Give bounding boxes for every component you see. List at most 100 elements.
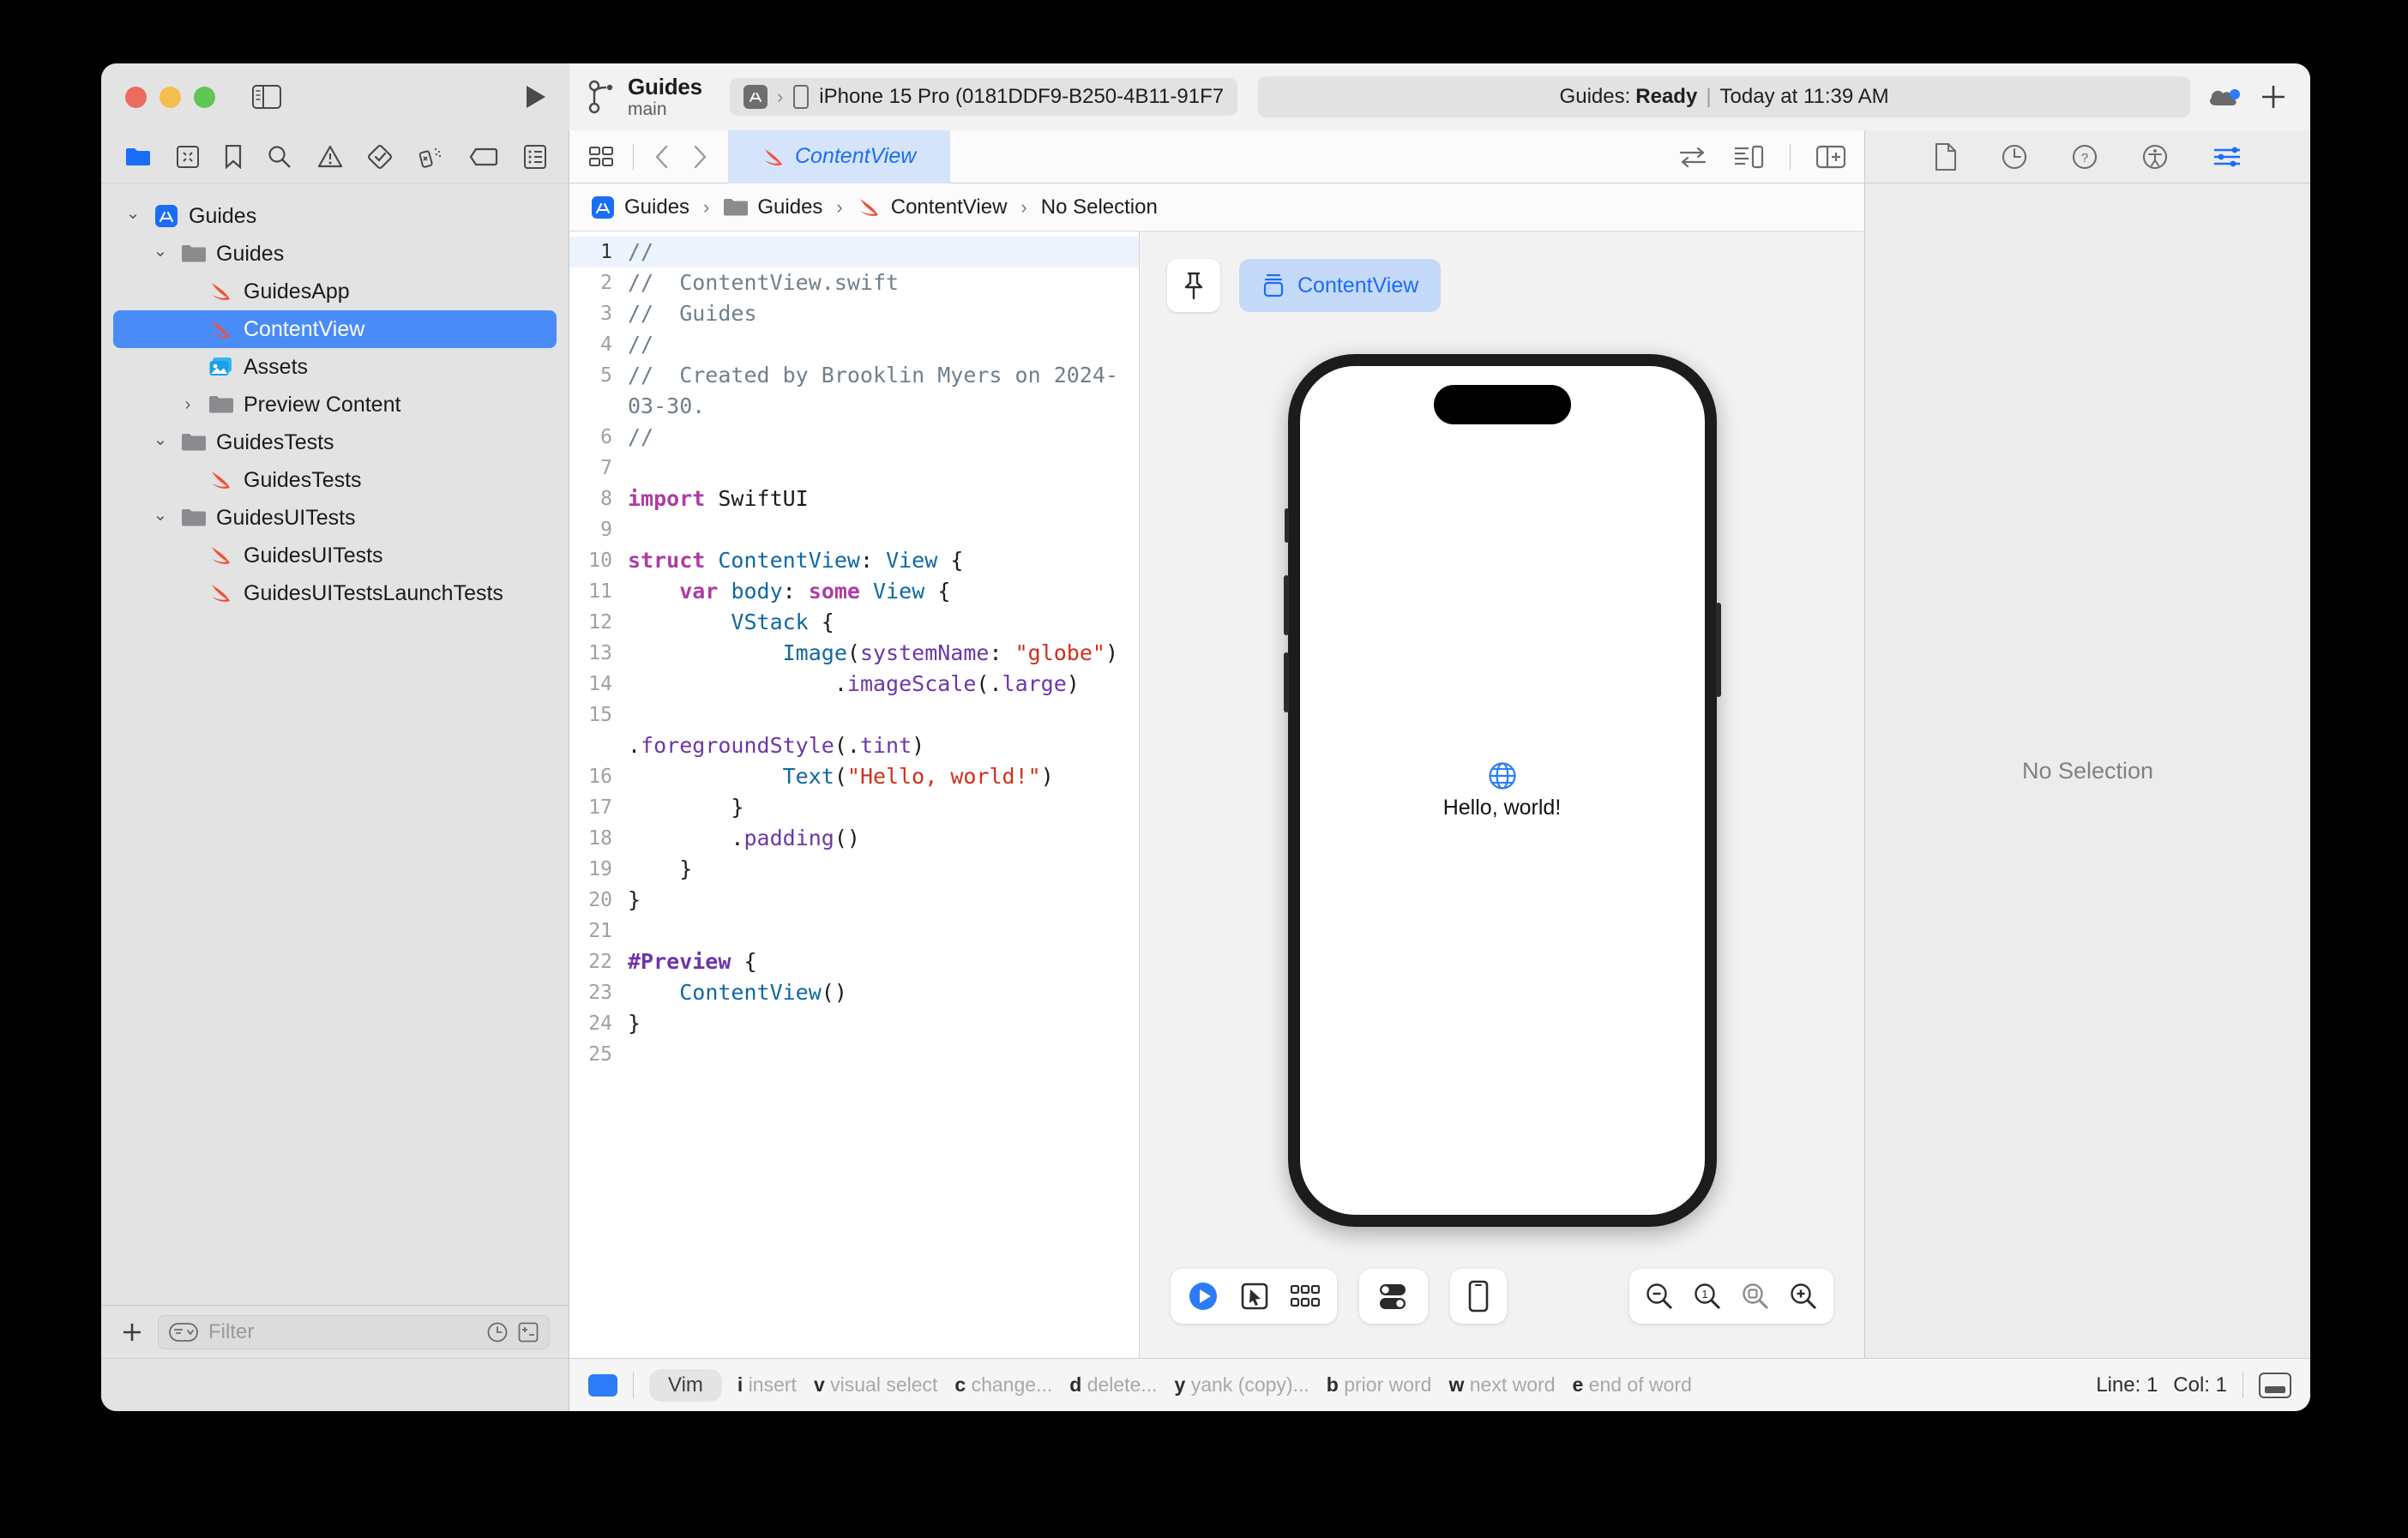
code-line[interactable]: 12 VStack { <box>569 607 1139 638</box>
debug-icon[interactable] <box>418 145 443 169</box>
tree-item-guidesapp[interactable]: GuidesApp <box>113 273 557 310</box>
code-line[interactable]: 17 } <box>569 792 1139 823</box>
code-line[interactable]: 23 ContentView() <box>569 977 1139 1008</box>
code-line[interactable]: 8 import SwiftUI <box>569 484 1139 514</box>
tree-item-assets[interactable]: Assets <box>113 348 557 386</box>
add-editor-icon[interactable] <box>1816 145 1845 169</box>
recent-filter-icon[interactable] <box>487 1322 508 1343</box>
file-inspector-icon[interactable] <box>1935 142 1957 171</box>
test-icon[interactable] <box>368 144 393 169</box>
code-line[interactable]: 20} <box>569 885 1139 916</box>
history-inspector-icon[interactable] <box>2002 144 2027 170</box>
code-line[interactable]: 13 Image(systemName: "globe") <box>569 638 1139 669</box>
tree-item-guidesuitests[interactable]: ⌄ GuidesUITests <box>113 499 557 537</box>
code-line[interactable]: 25 <box>569 1039 1139 1070</box>
select-mode-button[interactable] <box>1241 1283 1268 1310</box>
run-destination-selector[interactable]: › iPhone 15 Pro (0181DDF9-B250-4B11-91F7 <box>729 78 1238 116</box>
close-button[interactable] <box>125 86 147 108</box>
tree-item-preview-content[interactable]: › Preview Content <box>113 386 557 424</box>
breakpoint-icon[interactable] <box>469 147 498 166</box>
toggle-console-button[interactable] <box>2259 1372 2291 1398</box>
code-line[interactable]: 22 #Preview { <box>569 946 1139 977</box>
filter-input[interactable]: Filter <box>158 1314 550 1349</box>
canvas-layout-icon[interactable] <box>1733 145 1764 169</box>
report-icon[interactable] <box>524 144 546 169</box>
accessibility-inspector-icon[interactable] <box>2142 144 2168 170</box>
search-icon[interactable] <box>268 145 292 169</box>
breadcrumb-item-2[interactable]: ContentView <box>857 195 1007 220</box>
vim-mode-label[interactable]: Vim <box>649 1368 722 1402</box>
code-line[interactable]: 5 // Created by Brooklin Myers on 2024-03… <box>569 360 1139 422</box>
minimize-button[interactable] <box>160 86 181 108</box>
zoom-actual-size-button[interactable]: 1 <box>1693 1282 1722 1311</box>
folder-icon[interactable] <box>125 146 151 168</box>
add-file-button[interactable] <box>120 1320 144 1344</box>
code-line[interactable]: 24} <box>569 1008 1139 1039</box>
code-line[interactable]: 21 <box>569 916 1139 946</box>
tree-item-guides[interactable]: ⌄ Guides <box>113 235 557 273</box>
attributes-inspector-icon[interactable] <box>2212 145 2242 169</box>
code-line[interactable]: 3 // Guides <box>569 298 1139 329</box>
editor-options-icon[interactable] <box>588 145 614 169</box>
filter-scope-icon[interactable] <box>169 1322 198 1342</box>
breadcrumb[interactable]: Guides › Guides › ContentView › No Selection <box>569 183 1864 231</box>
code-line[interactable]: 6 // <box>569 422 1139 453</box>
iphone-screen[interactable]: Hello, world! <box>1299 366 1705 1215</box>
zoom-out-button[interactable] <box>1645 1282 1674 1311</box>
code-line[interactable]: 14 .imageScale(.large) <box>569 669 1139 700</box>
code-line[interactable]: 19 } <box>569 854 1139 885</box>
code-line[interactable]: 9 <box>569 514 1139 545</box>
status-bar-pill[interactable]: Guides: Ready | Today at 11:39 AM <box>1258 76 2190 117</box>
code-line[interactable]: 2 // ContentView.swift <box>569 267 1139 298</box>
tree-item-contentview[interactable]: ContentView <box>113 310 557 348</box>
bookmark-icon[interactable] <box>225 144 242 169</box>
chevron-down-icon[interactable]: ⌄ <box>149 429 172 450</box>
zoom-in-button[interactable] <box>1789 1282 1818 1311</box>
tree-item-label: Assets <box>244 354 309 379</box>
vim-hint-desc: end of word <box>1588 1373 1692 1396</box>
zoom-button[interactable] <box>194 86 215 108</box>
code-line[interactable]: 15 .foregroundStyle(.tint) <box>569 700 1139 761</box>
source-control-filter-icon[interactable] <box>518 1322 539 1343</box>
forward-button[interactable] <box>690 144 709 170</box>
tree-item-guidesuitests[interactable]: GuidesUITests <box>113 537 557 574</box>
code-line[interactable]: 11 var body: some View { <box>569 576 1139 607</box>
chevron-down-icon[interactable]: ⌄ <box>149 240 172 261</box>
code-line[interactable]: 16 Text("Hello, world!") <box>569 761 1139 792</box>
zoom-fit-button[interactable] <box>1741 1282 1770 1311</box>
play-preview-button[interactable] <box>1188 1281 1219 1312</box>
help-inspector-icon[interactable]: ? <box>2072 144 2098 170</box>
code-line[interactable]: 7 <box>569 453 1139 484</box>
swap-editors-icon[interactable] <box>1678 146 1707 168</box>
scheme-block[interactable]: Guides main <box>588 74 702 120</box>
breadcrumb-item-1[interactable]: Guides <box>723 195 822 220</box>
chevron-down-icon[interactable]: ⌄ <box>122 202 144 224</box>
tree-item-guidestests[interactable]: GuidesTests <box>113 461 557 499</box>
preview-selector[interactable]: ContentView <box>1239 259 1442 312</box>
run-button[interactable] <box>525 84 547 110</box>
code-editor[interactable]: 1 // 2 // ContentView.swift 3 // Guides 4 // 5 //… <box>569 231 1139 1358</box>
code-line[interactable]: 1 // <box>569 237 1139 267</box>
file-tree[interactable]: ⌄ Guides ⌄ Guides GuidesApp ContentView Ass… <box>101 183 569 1305</box>
warning-icon[interactable] <box>317 145 343 168</box>
source-control-icon[interactable] <box>176 145 199 168</box>
tab-contentview[interactable]: ContentView <box>728 129 951 183</box>
tree-item-guidesuitestslaunchtests[interactable]: GuidesUITestsLaunchTests <box>113 574 557 612</box>
tree-item-guidestests[interactable]: ⌄ GuidesTests <box>113 424 557 461</box>
tree-item-guides[interactable]: ⌄ Guides <box>113 197 557 235</box>
breadcrumb-item-3[interactable]: No Selection <box>1041 195 1158 219</box>
variants-button[interactable] <box>1291 1285 1320 1307</box>
add-button[interactable] <box>2259 82 2288 111</box>
back-button[interactable] <box>653 144 671 170</box>
chevron-down-icon[interactable]: ⌄ <box>149 504 172 526</box>
toggle-navigator-icon[interactable] <box>252 85 281 109</box>
code-line[interactable]: 18 .padding() <box>569 823 1139 854</box>
breadcrumb-item-0[interactable]: Guides <box>590 195 689 220</box>
pin-preview-button[interactable] <box>1167 259 1220 312</box>
cloud-sync-icon[interactable] <box>2206 83 2243 111</box>
code-line[interactable]: 10 struct ContentView: View { <box>569 545 1139 576</box>
device-button[interactable] <box>1467 1280 1490 1313</box>
code-line[interactable]: 4 // <box>569 329 1139 360</box>
chevron-right-icon[interactable]: › <box>177 395 199 415</box>
toggles-button[interactable] <box>1376 1281 1411 1312</box>
